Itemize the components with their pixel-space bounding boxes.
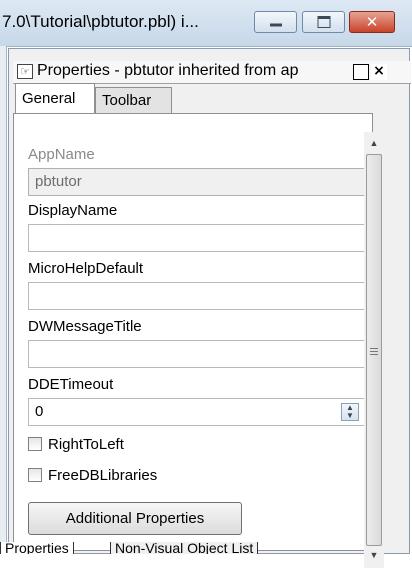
vertical-scrollbar[interactable]: ▲ ▼	[364, 132, 384, 568]
properties-panel-title: Properties - pbtutor inherited from ap	[37, 62, 299, 79]
ddetimeout-spinner[interactable]: ▲ ▼	[341, 403, 359, 421]
general-tab-content: AppName pbtutor DisplayName MicroHelpDef…	[13, 113, 373, 551]
checkbox-box	[28, 437, 42, 451]
tab-non-visual-object-list[interactable]: Non-Visual Object List	[110, 542, 259, 554]
dwmessagetitle-field[interactable]	[28, 340, 366, 368]
tab-properties[interactable]: Properties	[0, 542, 74, 554]
checkbox-box	[28, 468, 42, 482]
ddetimeout-value: 0	[35, 403, 44, 420]
grip-line	[370, 351, 378, 352]
maximize-button[interactable]	[302, 11, 345, 33]
scroll-up-arrow-icon[interactable]: ▲	[364, 134, 384, 152]
panel-restore-button[interactable]	[353, 64, 369, 80]
grip-line	[370, 348, 378, 349]
properties-panel-titlebar[interactable]: ☞ Properties - pbtutor inherited from ap…	[13, 61, 411, 84]
properties-panel: ☞ Properties - pbtutor inherited from ap…	[8, 48, 411, 554]
microhelpdefault-label: MicroHelpDefault	[28, 260, 144, 277]
tab-general[interactable]: General	[15, 83, 95, 113]
additional-properties-button[interactable]: Additional Properties	[28, 502, 242, 535]
panel-close-button[interactable]: ×	[371, 64, 387, 80]
ddetimeout-label: DDETimeout	[28, 376, 114, 393]
freedblibraries-checkbox[interactable]: FreeDBLibraries	[28, 467, 157, 484]
maximize-icon	[317, 16, 330, 28]
minimize-button[interactable]	[254, 11, 297, 33]
displayname-field[interactable]	[28, 224, 366, 252]
ddetimeout-field[interactable]: 0 ▲ ▼	[28, 398, 366, 426]
appname-label: AppName	[28, 146, 95, 163]
properties-icon: ☞	[17, 64, 33, 79]
righttoleft-label: RightToLeft	[48, 436, 124, 453]
grip-line	[370, 354, 378, 355]
scrollbar-thumb[interactable]	[366, 154, 382, 546]
left-frame-edge	[0, 46, 7, 554]
displayname-label: DisplayName	[28, 202, 118, 219]
close-button[interactable]: ✕	[349, 11, 395, 33]
appname-field[interactable]: pbtutor	[28, 168, 366, 196]
window-titlebar: 7.0\Tutorial\pbtutor.pbl) i... ✕	[0, 0, 412, 47]
righttoleft-checkbox[interactable]: RightToLeft	[28, 436, 124, 453]
freedblibraries-label: FreeDBLibraries	[48, 467, 158, 484]
tab-toolbar[interactable]: Toolbar	[95, 87, 172, 115]
microhelpdefault-field[interactable]	[28, 282, 366, 310]
minimize-icon	[269, 23, 282, 27]
close-icon: ✕	[365, 13, 379, 31]
window-title: 7.0\Tutorial\pbtutor.pbl) i...	[2, 12, 199, 31]
bottom-tabs: Properties Non-Visual Object List	[0, 542, 412, 554]
dwmessagetitle-label: DWMessageTitle	[28, 318, 142, 335]
